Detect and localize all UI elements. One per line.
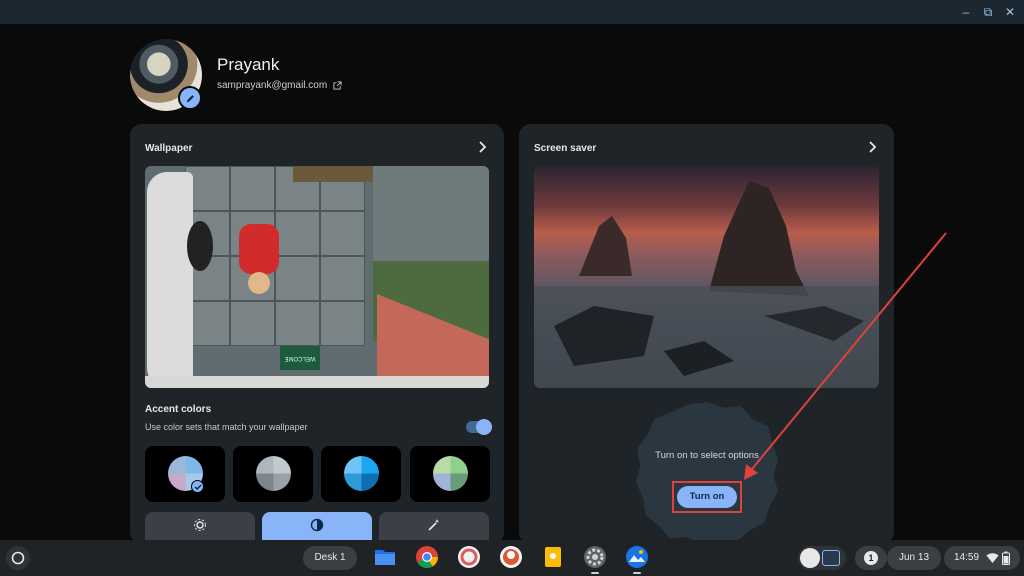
photos-app-icon[interactable] bbox=[456, 544, 482, 570]
wallpaper-app-icon[interactable] bbox=[624, 544, 650, 570]
minimize-button[interactable]: – bbox=[958, 4, 974, 20]
desk-button[interactable]: Desk 1 bbox=[303, 546, 357, 570]
shelf: Desk 1 1 Jun 13 14:59 bbox=[0, 540, 1024, 576]
close-button[interactable]: ✕ bbox=[1002, 4, 1018, 20]
launcher-icon bbox=[11, 551, 25, 565]
date-tray[interactable]: Jun 13 bbox=[887, 546, 941, 570]
duckduckgo-icon[interactable] bbox=[498, 544, 524, 570]
restore-button[interactable]: ⧉ bbox=[980, 4, 996, 20]
chrome-icon[interactable] bbox=[414, 544, 440, 570]
window-title-bar: – ⧉ ✕ bbox=[0, 0, 1024, 24]
personalization-page: Prayank samprayank@gmail.com Wallpaper W… bbox=[0, 24, 1024, 540]
settings-icon[interactable] bbox=[582, 544, 608, 570]
wallpaper-running-indicator bbox=[633, 572, 641, 574]
time-label: 14:59 bbox=[954, 552, 980, 563]
system-tray[interactable]: 14:59 bbox=[944, 546, 1020, 570]
notification-counter[interactable]: 1 bbox=[855, 546, 887, 570]
keep-icon[interactable] bbox=[540, 544, 566, 570]
battery-icon bbox=[1002, 551, 1010, 565]
launcher-button[interactable] bbox=[6, 546, 30, 570]
annotation-arrow bbox=[744, 232, 947, 480]
wifi-icon bbox=[986, 553, 999, 563]
settings-running-indicator bbox=[591, 572, 599, 574]
notification-count: 1 bbox=[864, 551, 878, 565]
phone-hub-button[interactable] bbox=[798, 546, 846, 570]
files-app-icon[interactable] bbox=[372, 544, 398, 570]
